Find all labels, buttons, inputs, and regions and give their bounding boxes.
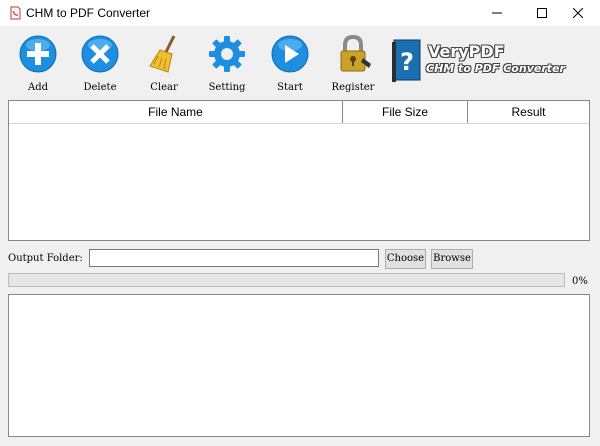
setting-button[interactable]: Setting [197,34,257,96]
play-icon [271,35,309,73]
x-circle-icon [81,35,119,73]
setting-label: Setting [208,82,246,93]
choose-button[interactable]: Choose [385,249,426,269]
svg-text:?: ? [400,48,414,76]
column-result[interactable]: Result [468,101,589,123]
lock-icon [340,34,371,72]
minimize-icon [492,12,502,14]
minimize-button[interactable] [475,0,519,26]
file-list[interactable]: File Name File Size Result [8,100,590,241]
output-folder-input[interactable] [89,249,379,267]
title-bar: CHM to PDF Converter [0,0,600,26]
gear-icon [209,36,245,72]
column-file-name[interactable]: File Name [9,101,343,123]
maximize-icon [537,8,547,18]
clear-button[interactable]: Clear [134,34,194,96]
log-area[interactable] [8,294,590,437]
output-folder-row: Output Folder: Choose Browse [0,243,600,271]
output-folder-label: Output Folder: [8,253,83,264]
brand-logo: ? VeryPDF CHM to PDF Converter [390,36,600,86]
delete-button[interactable]: Delete [70,34,130,96]
close-icon [573,8,583,18]
browse-button[interactable]: Browse [431,249,473,269]
delete-label: Delete [83,82,117,93]
add-label: Add [27,82,49,93]
column-file-size[interactable]: File Size [343,101,468,123]
broom-icon [149,35,176,73]
start-button[interactable]: Start [260,34,320,96]
help-book-icon: ? [392,39,421,82]
file-list-header: File Name File Size Result [9,101,589,124]
close-button[interactable] [556,0,600,26]
progress-bar [8,273,565,287]
start-label: Start [277,82,303,93]
plus-icon [19,35,57,73]
brand-product: CHM to PDF Converter [426,62,565,75]
progress-percent: 0% [572,276,588,287]
register-button[interactable]: Register [323,34,383,96]
add-button[interactable]: Add [8,34,68,96]
register-label: Register [331,82,375,93]
brand-name: VeryPDF [428,42,505,61]
clear-label: Clear [150,82,178,93]
app-pdf-icon [10,6,21,20]
window-title: CHM to PDF Converter [26,6,151,20]
